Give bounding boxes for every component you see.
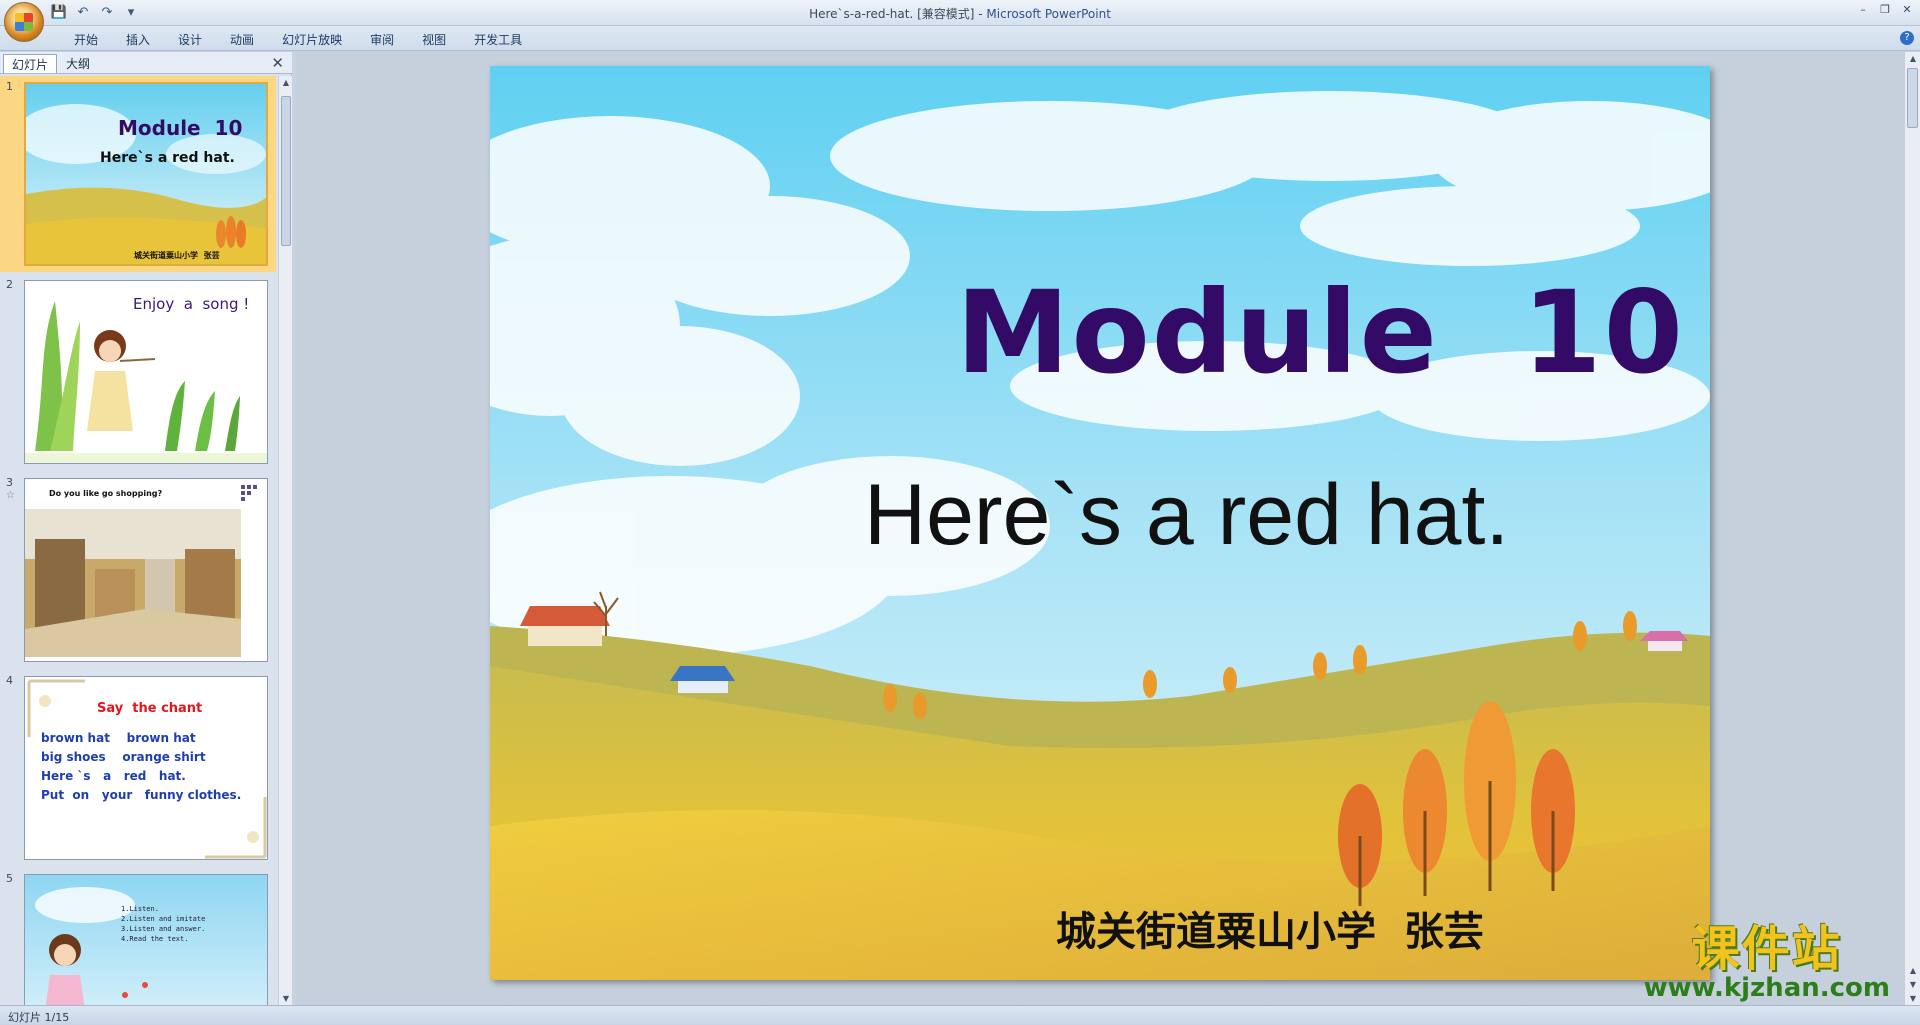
- thumbnail-image: Module 10 Here`s a red hat. 城关街道粟山小学 张芸: [24, 82, 268, 266]
- title-bar: 💾 ↶ ↷ ▾ Here`s-a-red-hat. [兼容模式] - Micro…: [0, 0, 1920, 42]
- editor-scrollbar[interactable]: ▲ ▲ ▼ ▼: [1904, 52, 1920, 1005]
- thumb-subtitle: Here`s a red hat.: [100, 150, 235, 166]
- thumb-text: Enjoy a song !: [133, 295, 250, 313]
- thumbnail-image: 1.Listen. 2.Listen and imitate 3.Listen …: [24, 874, 268, 1005]
- thumbnail-image: Say the chant brown hat brown hat big sh…: [24, 676, 268, 860]
- thumb-text: Do you like go shopping?: [49, 489, 163, 498]
- thumb-title: Say the chant: [97, 701, 203, 716]
- next-slide-icon[interactable]: ▼: [1905, 980, 1920, 989]
- office-logo-icon: [15, 13, 33, 31]
- slide-number: 2: [6, 278, 13, 291]
- scroll-thumb[interactable]: [1907, 68, 1918, 128]
- slides-pane: 幻灯片 大纲 ✕ 1 Module 10 Here`s a red hat. 城…: [0, 52, 292, 1005]
- thumb-line: Here `s a red hat.: [41, 769, 186, 783]
- slide-title[interactable]: Module 10: [956, 266, 1685, 399]
- thumb-line: 1.Listen.: [121, 905, 159, 913]
- minimize-icon[interactable]: –: [1856, 3, 1870, 17]
- thumbnail-scrollbar[interactable]: ▲ ▼: [278, 76, 292, 1005]
- title-separator: -: [974, 7, 987, 21]
- slide-thumbnail-1[interactable]: 1 Module 10 Here`s a red hat. 城关街道粟山小学 张…: [0, 76, 276, 272]
- slide-number: 1: [6, 80, 13, 93]
- thumb-line: 4.Read the text.: [121, 935, 189, 943]
- tab-animations[interactable]: 动画: [216, 30, 268, 49]
- thumb-line: big shoes orange shirt: [41, 750, 206, 764]
- scroll-up-icon[interactable]: ▲: [1905, 54, 1920, 63]
- tab-slideshow[interactable]: 幻灯片放映: [268, 30, 356, 49]
- slide-number: 3: [6, 476, 13, 489]
- tab-review[interactable]: 审阅: [356, 30, 408, 49]
- thumb-line: 3.Listen and answer.: [121, 925, 206, 933]
- scroll-down-icon[interactable]: ▼: [1905, 994, 1920, 1003]
- thumb-line: Put on your funny clothes.: [41, 788, 242, 802]
- slide-author[interactable]: 城关街道粟山小学 张芸: [1056, 899, 1484, 957]
- watermark-url: www.kjzhan.com: [1643, 973, 1890, 1003]
- slide-counter: 幻灯片 1/15: [8, 1011, 70, 1024]
- restore-icon[interactable]: ❐: [1878, 3, 1892, 17]
- close-icon[interactable]: ✕: [1900, 3, 1914, 17]
- pane-tabs: 幻灯片 大纲 ✕: [0, 52, 292, 74]
- status-bar: 幻灯片 1/15: [0, 1005, 1920, 1025]
- app-name: Microsoft PowerPoint: [986, 7, 1111, 21]
- thumbnail-background: [26, 84, 266, 264]
- window-controls: – ❐ ✕: [1856, 3, 1914, 17]
- site-watermark: 课件站 www.kjzhan.com: [1644, 909, 1890, 1003]
- slide-thumbnail-5[interactable]: 5 1.Listen. 2.Listen and imitate 3.Liste…: [0, 868, 276, 1005]
- thumb-line: 2.Listen and imitate: [121, 915, 206, 923]
- slide-number: 4: [6, 674, 13, 687]
- tab-insert[interactable]: 插入: [112, 30, 164, 49]
- slide-thumbnail-2[interactable]: 2 Enjoy a song !: [0, 274, 276, 470]
- scroll-down-icon[interactable]: ▼: [279, 994, 293, 1003]
- tab-slides[interactable]: 幻灯片: [3, 54, 58, 73]
- document-title: Here`s-a-red-hat. [兼容模式]: [809, 7, 975, 21]
- tab-home[interactable]: 开始: [60, 30, 112, 49]
- slide-subtitle[interactable]: Here`s a red hat.: [864, 466, 1509, 565]
- thumbnail-image: Enjoy a song !: [24, 280, 268, 464]
- tab-view[interactable]: 视图: [408, 30, 460, 49]
- thumbnail-photo: [25, 479, 267, 661]
- thumb-line: brown hat brown hat: [41, 731, 196, 745]
- slide-thumbnail-4[interactable]: 4 Say the chant brown hat brown hat big …: [0, 670, 276, 866]
- window-title: Here`s-a-red-hat. [兼容模式] - Microsoft Pow…: [0, 5, 1920, 22]
- slide-editor: Module 10 Here`s a red hat. 城关街道粟山小学 张芸: [296, 52, 1904, 1005]
- thumb-title: Module 10: [118, 116, 243, 140]
- tab-design[interactable]: 设计: [164, 30, 216, 49]
- help-icon[interactable]: ?: [1900, 31, 1914, 45]
- thumbnail-image: Do you like go shopping?: [24, 478, 268, 662]
- close-icon[interactable]: ✕: [271, 54, 284, 72]
- scroll-up-icon[interactable]: ▲: [279, 78, 293, 87]
- ribbon-tabs: 开始 插入 设计 动画 幻灯片放映 审阅 视图 开发工具 ?: [0, 26, 1920, 51]
- thumb-author: 城关街道粟山小学 张芸: [134, 251, 220, 260]
- office-button[interactable]: [4, 2, 44, 42]
- thumbnail-list: 1 Module 10 Here`s a red hat. 城关街道粟山小学 张…: [0, 76, 276, 1005]
- current-slide[interactable]: Module 10 Here`s a red hat. 城关街道粟山小学 张芸: [490, 66, 1710, 980]
- tab-outline[interactable]: 大纲: [58, 54, 98, 73]
- animation-star-icon: ☆: [6, 490, 15, 501]
- slide-thumbnail-3[interactable]: 3 ☆ Do you like go shopping?: [0, 472, 276, 668]
- tab-developer[interactable]: 开发工具: [460, 30, 536, 49]
- previous-slide-icon[interactable]: ▲: [1905, 966, 1920, 975]
- watermark-logo-text: 课件站: [1691, 921, 1842, 977]
- scroll-thumb[interactable]: [281, 96, 291, 246]
- slide-number: 5: [6, 872, 13, 885]
